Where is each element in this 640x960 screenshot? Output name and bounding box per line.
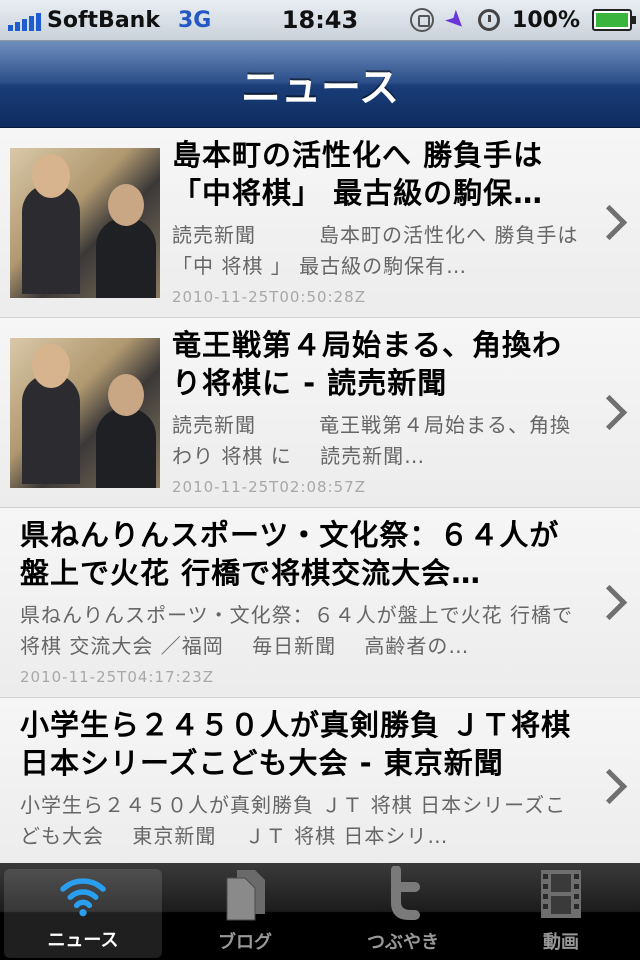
wifi-icon bbox=[60, 878, 106, 917]
news-thumbnail bbox=[10, 338, 160, 488]
news-list[interactable]: 島本町の活性化へ 勝負手は「中将棋」 最古級の駒保… 読売新聞 島本町の活性化へ… bbox=[0, 128, 640, 863]
news-title: 島本町の活性化へ 勝負手は「中将棋」 最古級の駒保… bbox=[172, 138, 544, 210]
tab-bar: ニュース ブログ つぶやき 動画 bbox=[0, 863, 640, 960]
alarm-icon bbox=[478, 9, 501, 31]
tab-label: 動画 bbox=[543, 932, 579, 953]
navigation-bar: ニュース bbox=[0, 41, 640, 128]
chevron-right-icon bbox=[591, 584, 628, 621]
tab-label: つぶやき bbox=[367, 932, 439, 953]
tab-news[interactable]: ニュース bbox=[4, 869, 162, 958]
tab-label: ニュース bbox=[47, 930, 119, 951]
chevron-right-icon bbox=[591, 204, 628, 241]
carrier-name: SoftBank bbox=[47, 7, 160, 33]
news-date: 2010-11-25T02:08:57Z bbox=[172, 478, 366, 496]
location-icon: ➤ bbox=[438, 2, 473, 38]
news-description: 小学生ら２４５０人が真剣勝負 ＪＴ 将棋 日本シリーズこども大会 東京新聞 ＪＴ… bbox=[20, 793, 567, 848]
chevron-right-icon bbox=[591, 394, 628, 431]
news-title: 県ねんりんスポーツ・文化祭：６４人が盤上で火花 行橋で将棋交流大会… bbox=[20, 518, 560, 590]
news-description: 読売新聞 島本町の活性化へ 勝負手は「中 将棋 」 最古級の駒保有… bbox=[172, 223, 579, 278]
news-date: 2010-11-25T00:50:28Z bbox=[172, 288, 366, 306]
twitter-icon bbox=[391, 866, 420, 920]
documents-icon bbox=[226, 870, 265, 921]
news-title: 竜王戦第４局始まる、角換わり将棋に - 読売新聞 bbox=[172, 328, 563, 400]
news-row[interactable]: 竜王戦第４局始まる、角換わり将棋に - 読売新聞 読売新聞 竜王戦第４局始まる、… bbox=[0, 318, 640, 508]
film-icon bbox=[541, 870, 581, 918]
status-bar: SoftBank 3G 18:43 ➤ 100% bbox=[0, 0, 640, 41]
page-title: ニュース bbox=[241, 65, 399, 111]
news-row[interactable]: 小学生ら２４５０人が真剣勝負 ＪＴ将棋日本シリーズこども大会 - 東京新聞 小学… bbox=[0, 698, 640, 863]
tab-blog[interactable]: ブログ bbox=[166, 863, 324, 960]
tab-label: ブログ bbox=[218, 932, 272, 953]
news-row[interactable]: 島本町の活性化へ 勝負手は「中将棋」 最古級の駒保… 読売新聞 島本町の活性化へ… bbox=[0, 128, 640, 318]
news-description: 県ねんりんスポーツ・文化祭：６４人が盤上で火花 行橋で 将棋 交流大会 ／福岡 … bbox=[20, 603, 573, 658]
news-row[interactable]: 県ねんりんスポーツ・文化祭：６４人が盤上で火花 行橋で将棋交流大会… 県ねんりん… bbox=[0, 508, 640, 698]
tab-video[interactable]: 動画 bbox=[482, 863, 640, 960]
battery-percent: 100% bbox=[512, 7, 580, 33]
news-description: 読売新聞 竜王戦第４局始まる、角換わり 将棋 に 読売新聞… bbox=[172, 413, 571, 468]
news-title: 小学生ら２４５０人が真剣勝負 ＪＴ将棋日本シリーズこども大会 - 東京新聞 bbox=[20, 708, 572, 780]
chevron-right-icon bbox=[591, 768, 628, 805]
signal-strength-icon bbox=[8, 9, 41, 31]
tab-tweets[interactable]: つぶやき bbox=[324, 863, 482, 960]
news-date: 2010-11-25T04:17:23Z bbox=[20, 668, 214, 686]
network-type: 3G bbox=[177, 7, 212, 33]
news-thumbnail bbox=[10, 148, 160, 298]
battery-icon bbox=[592, 9, 636, 31]
rotation-lock-icon bbox=[409, 8, 434, 32]
